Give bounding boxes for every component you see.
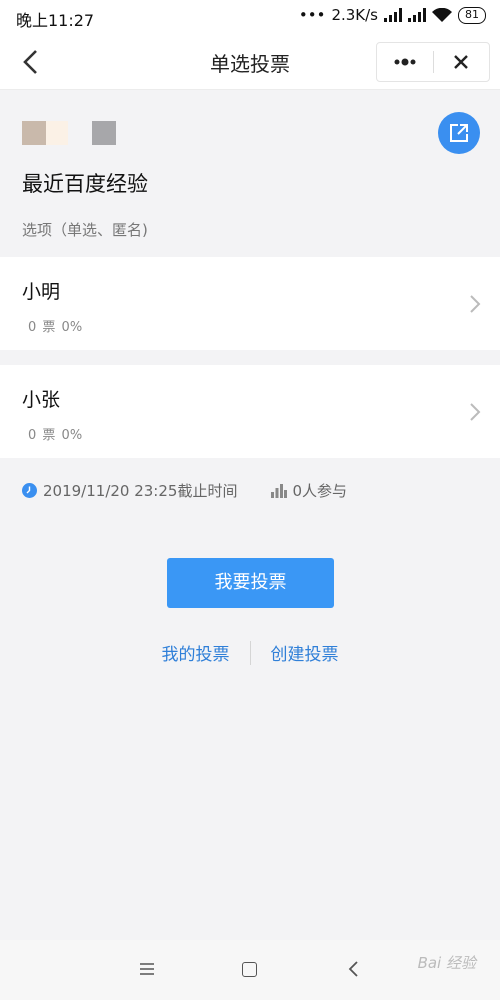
option-votes: 0 票	[28, 428, 56, 443]
participants-count: 0人参与	[292, 482, 347, 500]
option-name: 小张	[22, 389, 61, 411]
back-triangle-icon[interactable]	[347, 960, 361, 978]
option-stats: 0 票 0%	[28, 424, 82, 443]
avatar-pixel	[22, 121, 46, 145]
vote-meta: 2019/11/20 23:25截止时间 0人参与	[22, 480, 347, 501]
watermark: Bai 经验	[417, 954, 476, 972]
avatar-pixel	[92, 121, 116, 145]
signal-icon	[384, 8, 402, 22]
status-bar: 晚上11:27 ••• 2.3K/s 81	[0, 0, 500, 34]
vote-subtitle: 选项（单选、匿名)	[22, 221, 148, 239]
chevron-right-icon	[470, 295, 481, 313]
bar-chart-icon	[271, 483, 288, 498]
system-nav-bar: Bai 经验	[0, 940, 500, 1000]
chevron-right-icon	[470, 403, 481, 421]
avatar	[22, 121, 116, 145]
close-button[interactable]	[434, 43, 489, 81]
wifi-icon	[432, 7, 452, 22]
close-icon	[454, 55, 469, 69]
vote-button[interactable]: 我要投票	[167, 558, 334, 608]
avatar-gap	[68, 121, 92, 145]
link-divider	[249, 640, 251, 665]
create-vote-link[interactable]: 创建投票	[271, 640, 339, 665]
signal-icon-2	[408, 8, 426, 22]
dots-icon: •••	[298, 6, 326, 24]
participants: 0人参与	[271, 480, 347, 501]
vote-title: 最近百度经验	[22, 172, 148, 196]
avatar-pixel	[46, 121, 68, 145]
share-button[interactable]	[438, 112, 480, 154]
option-percent: 0%	[61, 320, 83, 335]
vote-option[interactable]: 小张 0 票 0%	[0, 365, 500, 458]
more-button[interactable]	[377, 43, 433, 81]
menu-icon[interactable]	[138, 961, 156, 977]
home-icon[interactable]	[242, 962, 257, 977]
mini-program-capsule	[376, 42, 490, 82]
option-name: 小明	[22, 281, 61, 303]
option-votes: 0 票	[28, 320, 56, 335]
more-dots-icon	[394, 58, 416, 66]
vote-option[interactable]: 小明 0 票 0%	[0, 257, 500, 350]
option-percent: 0%	[61, 428, 83, 443]
vote-header: 最近百度经验 选项（单选、匿名)	[0, 91, 500, 257]
my-votes-link[interactable]: 我的投票	[162, 640, 230, 665]
share-external-icon	[450, 124, 468, 142]
status-time: 晚上11:27	[16, 11, 95, 30]
vote-links: 我的投票 创建投票	[0, 640, 500, 665]
option-stats: 0 票 0%	[28, 316, 82, 335]
clock-icon	[22, 483, 37, 498]
network-speed: 2.3K/s	[331, 6, 378, 24]
status-indicators: ••• 2.3K/s 81	[299, 6, 486, 24]
battery-indicator: 81	[458, 6, 486, 24]
deadline-text: 2019/11/20 23:25截止时间	[43, 482, 238, 500]
nav-bar: 单选投票	[0, 34, 500, 90]
